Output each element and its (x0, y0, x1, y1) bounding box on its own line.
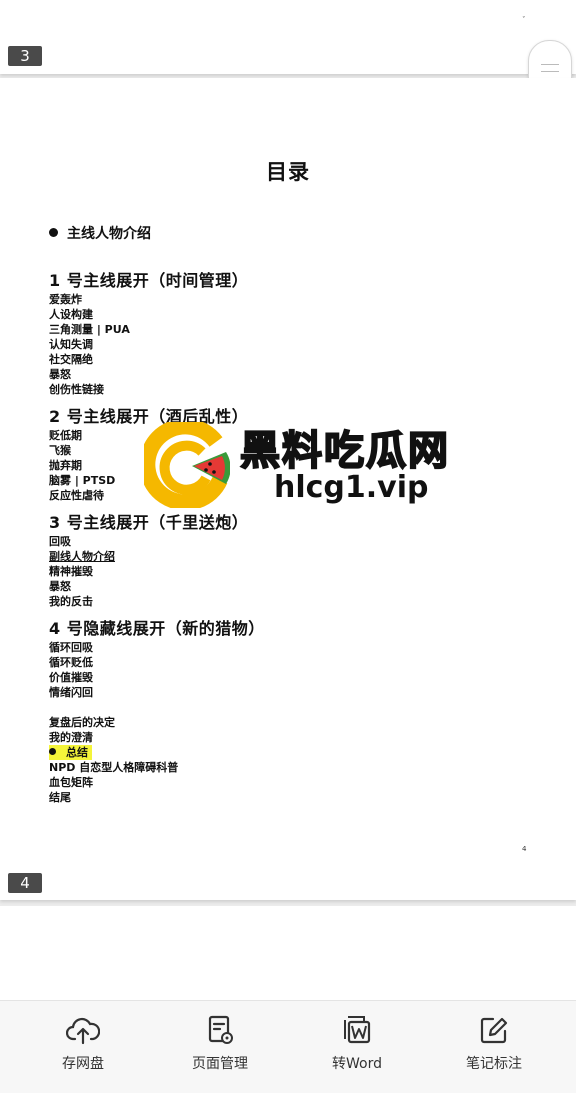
toc-item[interactable]: 血包矩阵 (49, 776, 93, 790)
word-convert-icon (344, 1016, 371, 1044)
intro-heading: 主线人物介绍 (49, 223, 151, 243)
page-footer-number: 4 (522, 845, 527, 853)
toc-item[interactable]: 回吸 (49, 535, 71, 549)
page-settings-icon (208, 1015, 233, 1044)
tool-label: 存网盘 (62, 1056, 104, 1072)
toc-item[interactable]: 暴怒 (49, 580, 71, 594)
convert-to-word-button[interactable]: 转Word (302, 1015, 412, 1073)
annotate-notes-button[interactable]: 笔记标注 (439, 1015, 549, 1073)
page-number-badge-3: 3 (8, 46, 42, 66)
toc-item[interactable]: 价值摧毁 (49, 671, 93, 685)
bullet-icon (49, 748, 56, 755)
corner-mark: ˇ (522, 16, 526, 24)
bottom-toolbar: 存网盘 页面管理 转Word 笔记标注 (0, 1000, 576, 1093)
toc-item[interactable]: 循环回吸 (49, 641, 93, 655)
toc-item[interactable]: 复盘后的决定 (49, 716, 115, 730)
watermark-url: hlcg1.vip (274, 470, 429, 505)
toc-item[interactable]: 爱轰炸 (49, 293, 82, 307)
toc-item[interactable]: 暴怒 (49, 368, 71, 382)
toc-item-highlighted[interactable]: 总结 (49, 745, 92, 760)
toc-item[interactable]: 我的反击 (49, 595, 93, 609)
toc-item[interactable]: 抛弃期 (49, 459, 82, 473)
next-page (0, 906, 576, 1006)
toc-item[interactable]: 创伤性链接 (49, 383, 104, 397)
toc-item[interactable]: 精神摧毁 (49, 565, 93, 579)
section-heading-1: 1 号主线展开（时间管理） (49, 271, 249, 290)
toc-title: 目录 (266, 160, 310, 184)
toc-item[interactable]: 贬低期 (49, 429, 82, 443)
save-to-cloud-button[interactable]: 存网盘 (28, 1015, 138, 1073)
cloud-upload-icon (66, 1017, 100, 1045)
toc-item[interactable]: 脑雾 | PTSD (49, 474, 115, 488)
watermark-title: 黑料吃瓜网 (239, 427, 450, 475)
bullet-icon (49, 228, 58, 237)
tool-label: 页面管理 (192, 1056, 248, 1072)
watermelon-logo-icon (144, 422, 230, 508)
edit-note-icon (480, 1017, 508, 1044)
toc-item[interactable]: NPD 自恋型人格障碍科普 (49, 761, 178, 775)
section-heading-4: 4 号隐藏线展开（新的猎物） (49, 619, 265, 638)
toc-item[interactable]: 飞猴 (49, 444, 71, 458)
tool-label: 笔记标注 (466, 1056, 522, 1072)
toc-item[interactable]: 社交隔绝 (49, 353, 93, 367)
page-management-button[interactable]: 页面管理 (165, 1015, 275, 1073)
tool-label: 转Word (332, 1056, 382, 1072)
toc-item[interactable]: 认知失调 (49, 338, 93, 352)
toc-item[interactable]: 情绪闪回 (49, 686, 93, 700)
previous-page: ˇ 3 (0, 0, 576, 74)
toc-item[interactable]: 三角测量 | PUA (49, 323, 130, 337)
toc-item-link[interactable]: 副线人物介绍 (49, 550, 115, 564)
toc-item[interactable]: 结尾 (49, 791, 71, 805)
toc-item[interactable]: 我的澄清 (49, 731, 93, 745)
toc-item[interactable]: 反应性虐待 (49, 489, 104, 503)
page-number-badge-4: 4 (8, 873, 42, 893)
toc-item[interactable]: 循环贬低 (49, 656, 93, 670)
watermark: 黑料吃瓜网 hlcg1.vip (140, 418, 480, 518)
toc-item[interactable]: 人设构建 (49, 308, 93, 322)
